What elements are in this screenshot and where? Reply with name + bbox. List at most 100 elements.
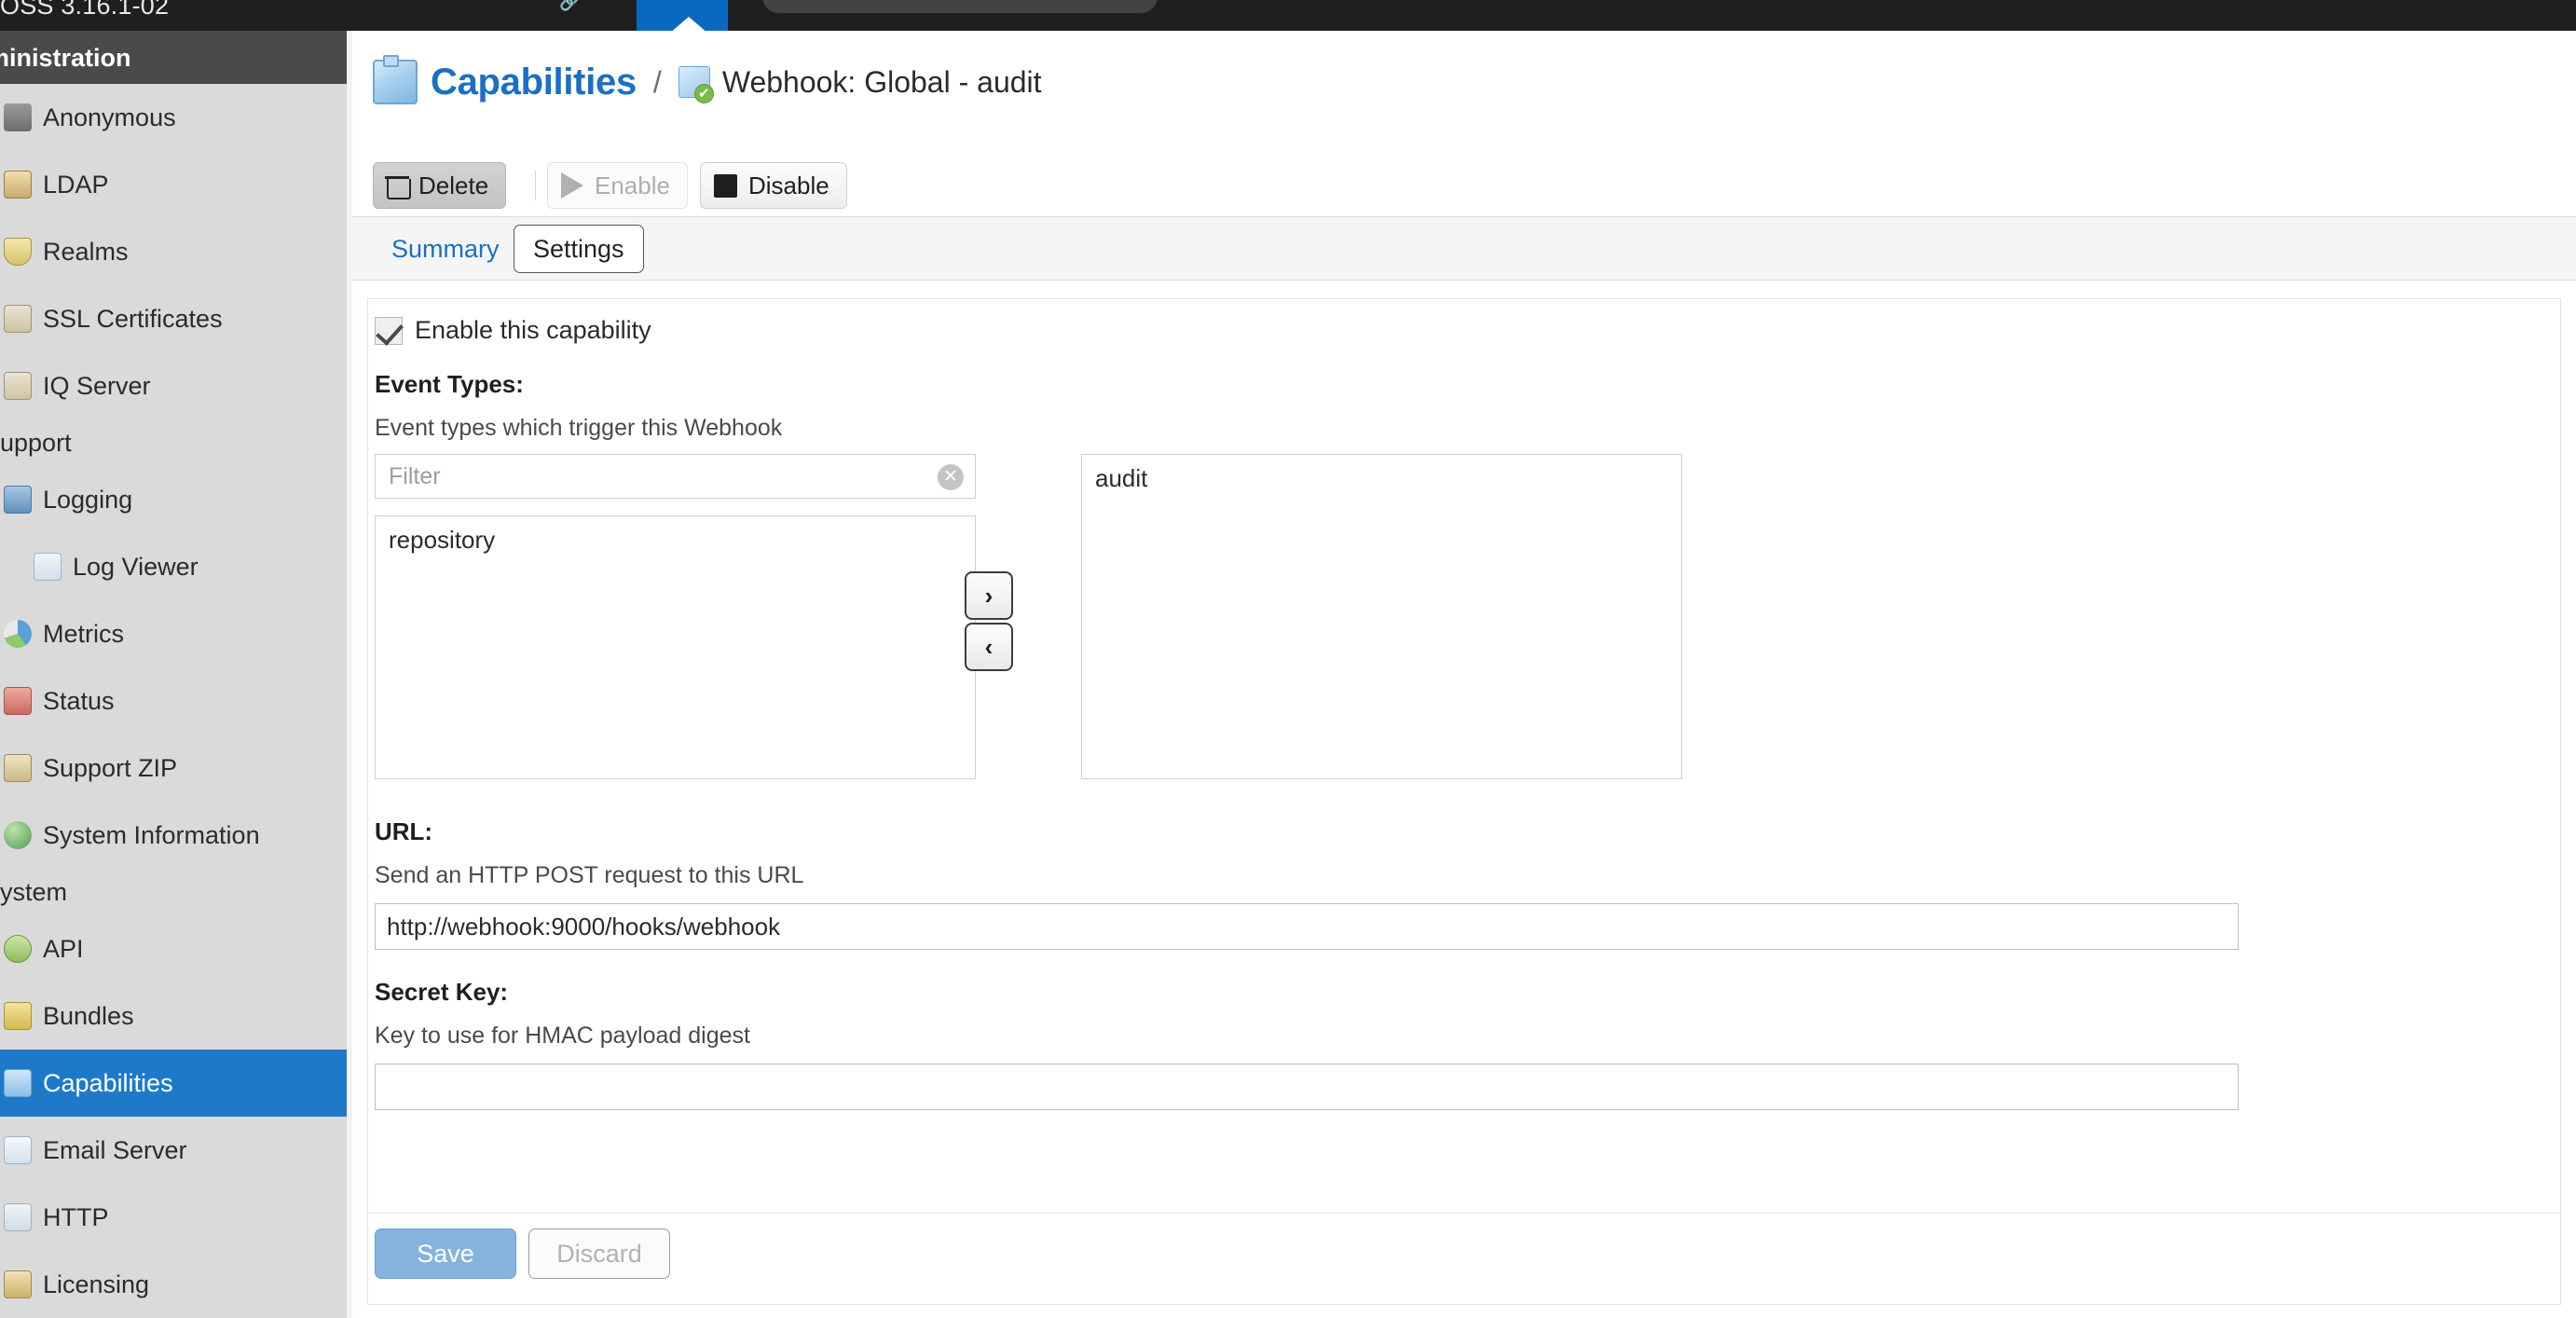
capabilities-cube-icon [373, 55, 418, 104]
move-left-button[interactable]: ‹ [965, 623, 1013, 671]
discard-button-label: Discard [556, 1239, 642, 1268]
save-button-label: Save [417, 1239, 474, 1268]
delete-button-label: Delete [418, 171, 489, 199]
sidebar-item-label: Email Server [43, 1135, 187, 1164]
sidebar-item-label: Metrics [43, 619, 124, 648]
sidebar-section-header: Administration [0, 31, 352, 84]
breadcrumb: Capabilities / Webhook: Global - audit [373, 49, 1042, 115]
sidebar-item-http[interactable]: HTTP [0, 1184, 352, 1251]
disable-button[interactable]: Disable [700, 162, 847, 209]
sidebar-item-licensing[interactable]: Licensing [0, 1251, 352, 1318]
support-zip-icon [4, 754, 32, 782]
event-types-help: Event types which trigger this Webhook [375, 415, 783, 441]
url-title: URL: [375, 817, 433, 845]
form-footer: Save Discard [368, 1213, 2560, 1304]
secret-key-help: Key to use for HMAC payload digest [375, 1023, 750, 1049]
enable-capability-label: Enable this capability [415, 316, 651, 344]
sidebar-item-label: System Information [43, 820, 260, 849]
status-icon [4, 687, 32, 715]
capability-toolbar: Delete Enable Disable [352, 159, 2576, 217]
sidebar-item-realms[interactable]: Realms [0, 218, 352, 285]
global-search-input[interactable] [762, 0, 1158, 13]
sidebar-item-logging[interactable]: Logging [0, 466, 352, 533]
breadcrumb-root-link[interactable]: Capabilities [431, 62, 637, 103]
sidebar-item-label: Anonymous [43, 103, 176, 131]
sidebar-item-label: Licensing [43, 1270, 150, 1298]
breadcrumb-current-item: Webhook: Global - audit [721, 64, 1042, 99]
sidebar-item-label: Capabilities [43, 1068, 173, 1097]
sidebar-item-api[interactable]: API [0, 915, 352, 982]
system-info-icon [4, 821, 32, 849]
discard-button[interactable]: Discard [528, 1229, 670, 1279]
metrics-icon [4, 620, 32, 648]
clear-filter-icon[interactable]: ✕ [938, 464, 964, 490]
sidebar-group-system: System [0, 869, 352, 915]
sidebar-item-label: Support ZIP [43, 753, 178, 782]
enable-button[interactable]: Enable [547, 162, 688, 209]
event-types-filter-input[interactable]: Filter ✕ [375, 454, 976, 499]
available-list-item[interactable]: repository [376, 516, 975, 555]
ldap-icon [4, 171, 32, 199]
sidebar-item-email-server[interactable]: Email Server [0, 1117, 352, 1184]
enable-button-label: Enable [595, 171, 670, 199]
bundles-icon [4, 1002, 32, 1030]
sidebar-item-ldap[interactable]: LDAP [0, 151, 352, 218]
tab-strip: Summary Settings [352, 217, 2576, 281]
sidebar-item-metrics[interactable]: Metrics [0, 600, 352, 667]
selected-list-item[interactable]: audit [1082, 455, 1681, 493]
sidebar-item-label: Log Viewer [73, 552, 199, 581]
trash-icon [385, 174, 411, 199]
capabilities-icon [4, 1069, 32, 1097]
sidebar-item-label: HTTP [43, 1202, 109, 1231]
secret-key-input[interactable] [375, 1064, 2239, 1110]
secret-key-title: Secret Key: [375, 978, 509, 1006]
sidebar-item-label: IQ Server [43, 371, 151, 400]
licensing-icon [4, 1270, 32, 1298]
certificate-icon [4, 305, 32, 333]
sidebar-item-anonymous[interactable]: Anonymous [0, 84, 352, 151]
url-input[interactable]: http://webhook:9000/hooks/webhook [375, 903, 2239, 950]
filter-placeholder-text: Filter [389, 462, 441, 489]
play-icon [561, 172, 583, 199]
sidebar-item-bundles[interactable]: Bundles [0, 982, 352, 1050]
sidebar-item-iq-server[interactable]: IQ Server [0, 352, 352, 419]
sidebar-item-log-viewer[interactable]: Log Viewer [0, 533, 352, 600]
sidebar-item-label: Logging [43, 485, 133, 514]
sidebar-group-label: Support [0, 428, 72, 457]
sidebar-section-title: Administration [0, 44, 131, 72]
stop-icon [714, 173, 737, 198]
sidebar-item-status[interactable]: Status [0, 667, 352, 735]
topbar-link-icon[interactable]: 🔗 [559, 0, 580, 11]
delete-button[interactable]: Delete [373, 162, 507, 209]
move-right-button[interactable]: › [965, 571, 1013, 620]
sidebar-group-label: System [0, 877, 68, 906]
sidebar-item-support-zip[interactable]: Support ZIP [0, 735, 352, 802]
user-icon [4, 103, 32, 131]
settings-form-panel: Enable this capability Event Types: Even… [367, 298, 2561, 1305]
tab-settings[interactable]: Settings [514, 225, 644, 273]
sidebar-item-label: Status [43, 686, 115, 715]
api-icon [4, 935, 32, 963]
selected-event-types-list[interactable]: audit [1081, 454, 1682, 779]
app-version-label: OSS 3.16.1-02 [0, 0, 170, 20]
iq-server-icon [4, 372, 32, 400]
sidebar-item-system-information[interactable]: System Information [0, 802, 352, 869]
sidebar-item-label: API [43, 934, 84, 963]
admin-sidebar[interactable]: Administration Anonymous LDAP Realms SSL Ce… [0, 31, 352, 1318]
cursor-arrow-icon [669, 17, 708, 31]
enable-capability-row[interactable]: Enable this capability [375, 316, 651, 345]
log-viewer-icon [34, 553, 62, 581]
sidebar-item-capabilities[interactable]: Capabilities [0, 1050, 352, 1117]
url-help: Send an HTTP POST request to this URL [375, 862, 804, 888]
enable-capability-checkbox[interactable] [375, 316, 403, 345]
breadcrumb-separator: / [652, 64, 662, 99]
tab-summary[interactable]: Summary [373, 225, 518, 273]
save-button[interactable]: Save [375, 1229, 516, 1279]
sidebar-item-ssl-certificates[interactable]: SSL Certificates [0, 285, 352, 352]
email-icon [4, 1136, 32, 1164]
event-types-title: Event Types: [375, 370, 524, 398]
available-event-types-list[interactable]: repository [375, 515, 976, 779]
sidebar-item-label: LDAP [43, 170, 109, 199]
tab-summary-label: Summary [391, 234, 500, 263]
toolbar-divider [535, 171, 536, 200]
